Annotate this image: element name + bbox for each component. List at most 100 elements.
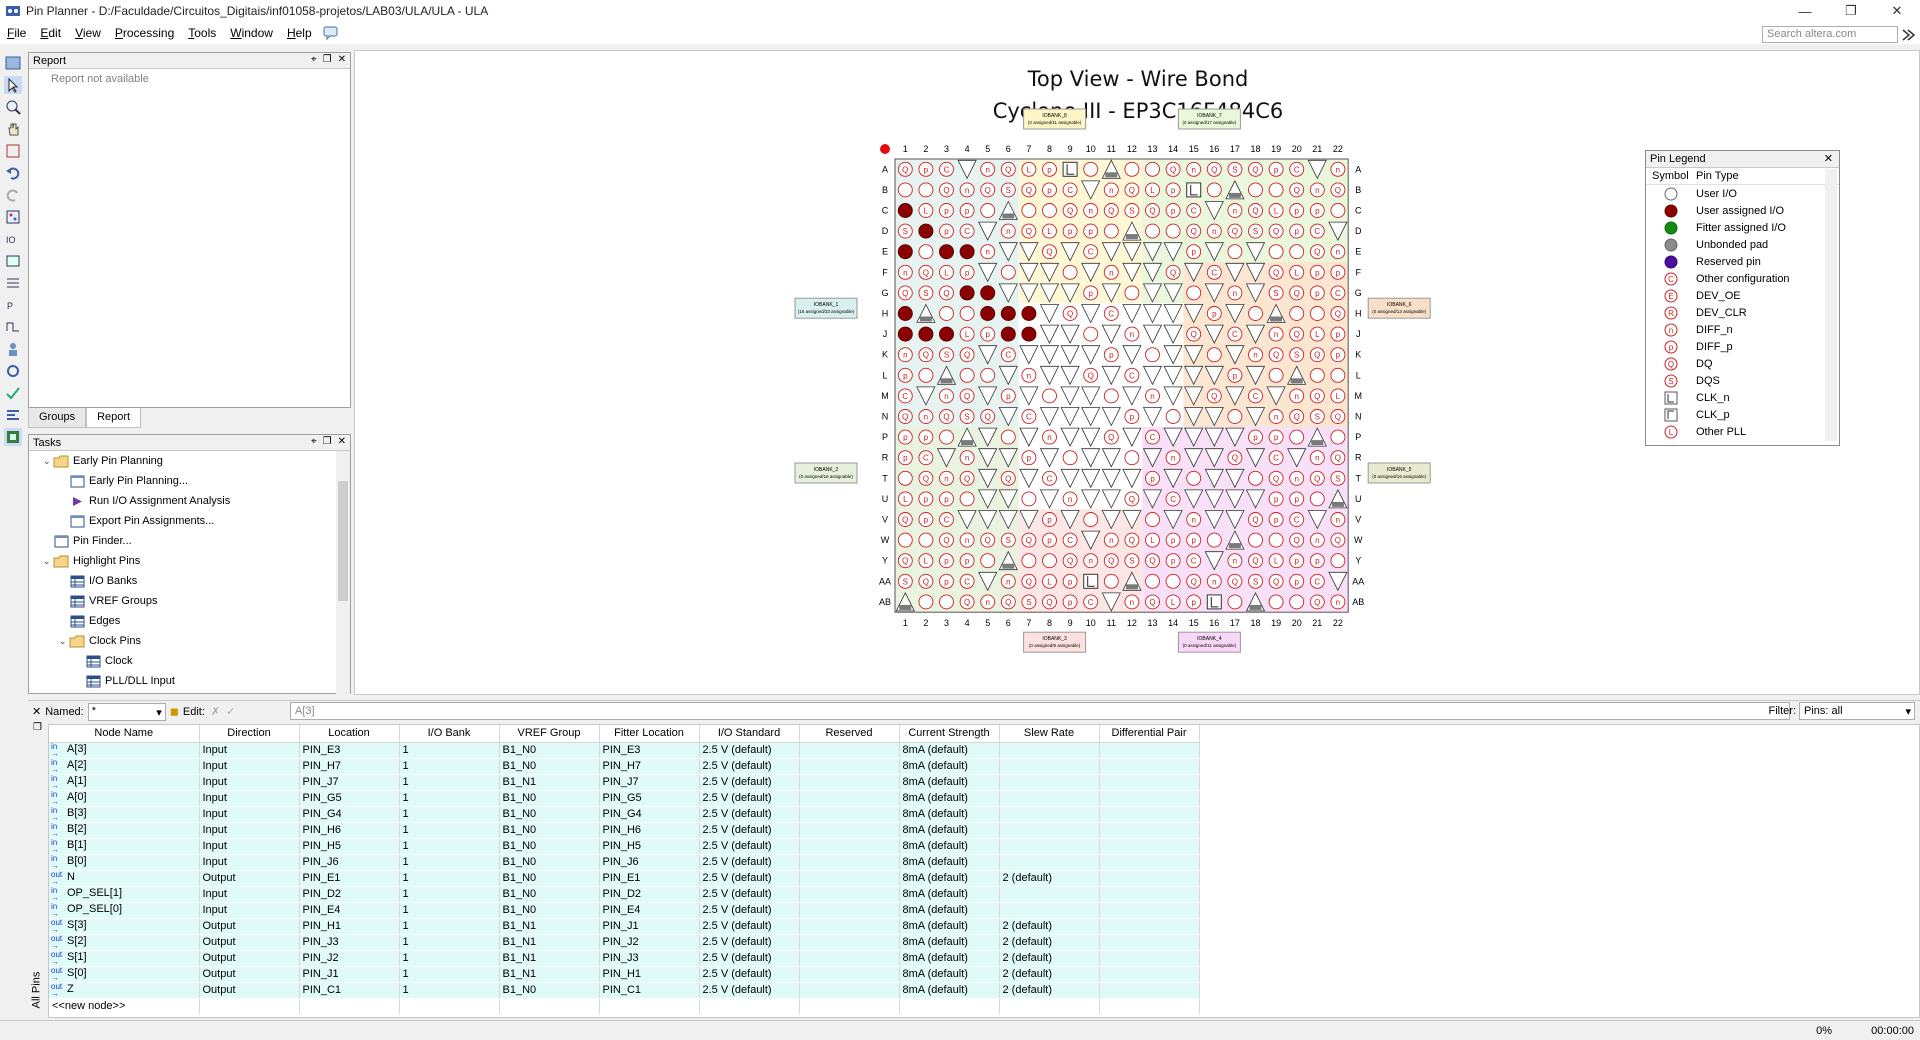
table-cell[interactable] — [999, 854, 1100, 871]
pin-H18[interactable] — [1248, 306, 1263, 321]
table-cell[interactable]: PIN_J7 — [599, 774, 700, 791]
table-cell[interactable]: B1_N0 — [499, 982, 600, 999]
pin-D1[interactable]: S — [897, 223, 913, 239]
table-cell[interactable]: Input — [199, 806, 300, 823]
pin-AA2[interactable]: Q — [918, 573, 934, 589]
pin-H13[interactable] — [1142, 304, 1163, 324]
pll-icon[interactable]: P — [4, 296, 22, 314]
pin-G2[interactable]: S — [918, 285, 934, 301]
search-altera-input[interactable]: Search altera.com — [1762, 26, 1898, 43]
table-cell[interactable] — [799, 790, 900, 807]
table-cell[interactable]: 1 — [399, 966, 500, 983]
pin-U1[interactable]: L — [897, 491, 913, 507]
pin-A16[interactable]: Q — [1206, 161, 1222, 177]
task-item[interactable]: ⌄ Clock Pins — [29, 631, 350, 651]
pin-B2[interactable] — [918, 182, 934, 198]
pin-panel-icon[interactable]: ⌖ — [311, 54, 317, 65]
pin-M4[interactable]: Q — [959, 388, 975, 404]
table-cell[interactable] — [799, 934, 900, 951]
pin-B21[interactable]: n — [1309, 182, 1325, 198]
hand-tool-icon[interactable] — [4, 120, 22, 138]
column-header[interactable]: I/O Standard — [699, 725, 800, 743]
table-cell[interactable] — [1099, 822, 1200, 839]
table-cell[interactable]: PIN_G4 — [299, 806, 400, 823]
pin-K4[interactable]: Q — [959, 347, 975, 363]
table-cell[interactable]: PIN_E1 — [599, 870, 700, 887]
pin-K2[interactable]: Q — [918, 347, 934, 363]
pin-R1[interactable]: p — [897, 450, 913, 466]
table-cell[interactable]: PIN_C1 — [599, 982, 700, 999]
table-cell[interactable]: 1 — [399, 982, 500, 999]
pin-W9[interactable]: C — [1062, 532, 1078, 548]
pin-F16[interactable]: C — [1206, 264, 1222, 280]
pin-C10[interactable]: n — [1083, 203, 1099, 218]
pin-A14[interactable]: Q — [1165, 161, 1181, 177]
check-icon[interactable] — [4, 384, 22, 402]
new-node-row[interactable]: <<new node>> — [49, 998, 1200, 1015]
table-cell[interactable]: Output — [199, 934, 300, 951]
pin-AA20[interactable]: p — [1289, 573, 1305, 589]
pin-Y5[interactable] — [980, 553, 996, 569]
pin-B12[interactable]: Q — [1124, 182, 1140, 198]
search-go-icon[interactable] — [1901, 28, 1915, 42]
table-cell[interactable]: B1_N1 — [499, 918, 600, 935]
pin-R19[interactable]: C — [1268, 450, 1284, 466]
pin-A1[interactable]: Q — [897, 161, 913, 177]
task-item[interactable]: Clock — [29, 651, 350, 671]
pin-AA14[interactable] — [1165, 573, 1181, 589]
pin-U12[interactable]: Q — [1124, 491, 1140, 507]
pin-G21[interactable]: p — [1309, 285, 1325, 301]
pin-D2[interactable] — [918, 223, 934, 239]
table-cell[interactable]: 2.5 V (default) — [699, 982, 800, 999]
close-report-icon[interactable]: ✕ — [338, 54, 346, 65]
pin-L9[interactable] — [1060, 365, 1080, 386]
pin-H7[interactable] — [1021, 306, 1037, 321]
pin-F3[interactable]: L — [939, 264, 954, 280]
pin-G12[interactable] — [1124, 285, 1140, 301]
table-cell[interactable]: PIN_H1 — [299, 918, 400, 935]
pin-A13[interactable] — [1145, 161, 1160, 177]
pin-B6[interactable]: S — [1000, 182, 1016, 198]
table-cell[interactable] — [999, 886, 1100, 903]
pin-P1[interactable]: p — [897, 429, 913, 445]
table-cell[interactable] — [799, 966, 900, 983]
pin-D6[interactable]: n — [1000, 223, 1016, 239]
pin-U19[interactable]: p — [1268, 491, 1284, 507]
table-cell[interactable]: B1_N1 — [499, 934, 600, 951]
pin-J12[interactable]: n — [1124, 326, 1140, 342]
pin-D11[interactable] — [1103, 223, 1119, 239]
table-cell[interactable] — [1099, 886, 1200, 903]
table-cell[interactable] — [1099, 870, 1200, 887]
pin-V10[interactable] — [1083, 512, 1099, 527]
pin-W12[interactable]: Q — [1124, 532, 1140, 548]
table-cell[interactable]: 1 — [399, 950, 500, 967]
pin-A18[interactable]: Q — [1248, 161, 1263, 177]
table-cell[interactable] — [999, 742, 1100, 759]
table-row[interactable]: in → B[1] Input PIN_H5 1 B1_N0 PIN_H5 2.5 V (def… — [49, 838, 1200, 855]
table-row[interactable]: in → A[0] Input PIN_G5 1 B1_N0 PIN_G5 2.5 V (def… — [49, 790, 1200, 807]
pin-AB3[interactable] — [939, 594, 954, 610]
pin-H5[interactable] — [980, 306, 996, 321]
column-header[interactable]: Direction — [199, 725, 300, 743]
table-cell[interactable] — [799, 774, 900, 791]
pin-E17[interactable] — [1227, 244, 1243, 260]
pin-Y4[interactable]: p — [959, 553, 975, 569]
pin-N20[interactable]: Q — [1289, 409, 1305, 424]
pin-Y12[interactable]: S — [1124, 553, 1140, 569]
pin-AA7[interactable]: Q — [1021, 573, 1037, 589]
table-row[interactable]: out → N Output PIN_E1 1 B1_N0 PIN_E1 2.5 V (defa… — [49, 870, 1200, 887]
pin-G4[interactable] — [959, 285, 975, 301]
pin-W20[interactable]: Q — [1289, 532, 1305, 548]
table-cell[interactable]: 2.5 V (default) — [699, 966, 800, 983]
table-cell[interactable]: PIN_J1 — [599, 918, 700, 935]
pin-Y22[interactable] — [1330, 553, 1346, 569]
pin-E21[interactable]: Q — [1309, 244, 1325, 260]
pin-B5[interactable]: Q — [980, 182, 996, 198]
pin-Y1[interactable]: Q — [897, 553, 913, 569]
pin-AA6[interactable]: n — [1000, 573, 1016, 589]
pin-T6[interactable]: Q — [1000, 470, 1016, 486]
io-bank-box[interactable]: IOBANK_3(0 assigned/8 assignable) — [1023, 631, 1087, 653]
pin-J14[interactable] — [1163, 324, 1183, 344]
tab-groups[interactable]: Groups — [28, 408, 87, 428]
pin-E4[interactable] — [959, 244, 975, 260]
